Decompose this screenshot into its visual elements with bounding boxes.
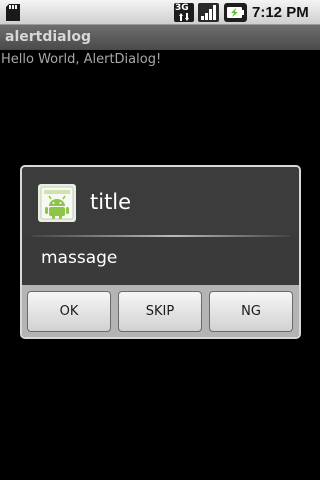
screen: 3G 7:12 PM alertdialog Hello World, Aler… (0, 0, 320, 480)
network-type-label: 3G (175, 3, 189, 13)
ng-button[interactable]: NG (209, 291, 293, 332)
signal-strength-icon (198, 3, 219, 22)
dialog-button-bar: OK SKIP NG (22, 285, 299, 337)
status-bar: 3G 7:12 PM (0, 0, 320, 25)
dialog-header: title (22, 167, 299, 237)
sd-card-icon (6, 4, 20, 21)
dialog-title: title (90, 190, 132, 214)
data-activity-arrows-icon (179, 13, 189, 21)
content-text: Hello World, AlertDialog! (1, 52, 162, 67)
dialog-title-divider (32, 235, 290, 237)
ok-button[interactable]: OK (27, 291, 111, 332)
android-app-icon (38, 184, 76, 222)
app-title-bar: alertdialog (0, 25, 320, 50)
network-3g-icon: 3G (174, 3, 194, 22)
dialog-message: massage (41, 248, 118, 268)
battery-charging-icon (224, 3, 247, 22)
skip-button[interactable]: SKIP (118, 291, 202, 332)
status-clock: 7:12 PM (252, 4, 309, 21)
alert-dialog: title massage OK SKIP NG (20, 165, 301, 339)
app-title: alertdialog (5, 29, 92, 45)
